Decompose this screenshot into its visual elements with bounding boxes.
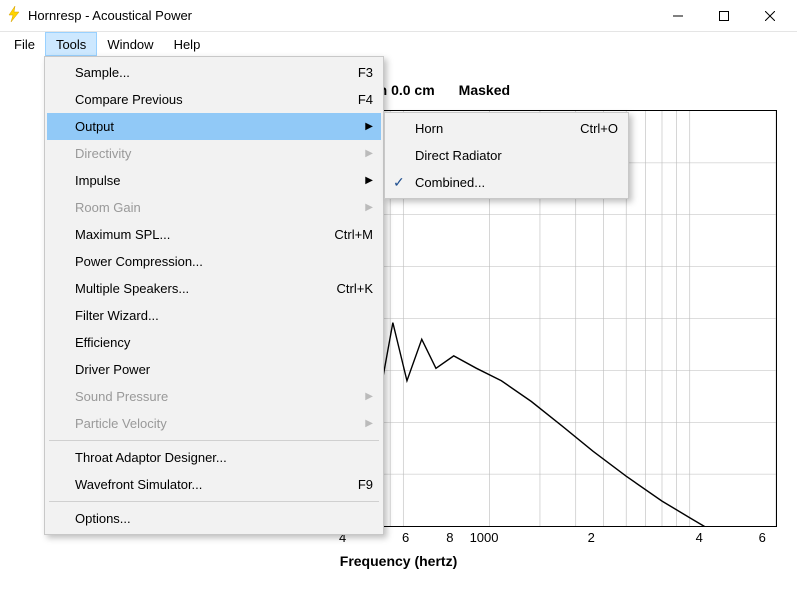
menu-filter-wizard[interactable]: Filter Wizard... bbox=[47, 302, 381, 329]
menu-options-label: Options... bbox=[75, 511, 131, 526]
menu-wavefront-simulator[interactable]: Wavefront Simulator... F9 bbox=[47, 471, 381, 498]
xtick: 8 bbox=[446, 530, 453, 545]
menu-sample-accel: F3 bbox=[318, 65, 373, 80]
menubar: File Tools Window Help bbox=[0, 32, 797, 56]
menu-separator bbox=[49, 501, 379, 502]
submenu-arrow-icon: ▶ bbox=[325, 121, 373, 132]
menu-compare-label: Compare Previous bbox=[75, 92, 183, 107]
check-icon: ✓ bbox=[393, 174, 405, 191]
menu-maximum-spl-accel: Ctrl+M bbox=[294, 227, 373, 242]
tools-dropdown: Sample... F3 Compare Previous F4 Output … bbox=[44, 56, 384, 535]
menu-window[interactable]: Window bbox=[97, 32, 163, 56]
menu-room-gain: Room Gain ▶ bbox=[47, 194, 381, 221]
submenu-direct-radiator[interactable]: Direct Radiator bbox=[387, 142, 626, 169]
titlebar: Hornresp - Acoustical Power bbox=[0, 0, 797, 32]
maximize-button[interactable] bbox=[701, 0, 747, 32]
submenu-horn[interactable]: Horn Ctrl+O bbox=[387, 115, 626, 142]
menu-sound-pressure-label: Sound Pressure bbox=[75, 389, 168, 404]
menu-compare-previous[interactable]: Compare Previous F4 bbox=[47, 86, 381, 113]
menu-maximum-spl[interactable]: Maximum SPL... Ctrl+M bbox=[47, 221, 381, 248]
menu-driver-power-label: Driver Power bbox=[75, 362, 150, 377]
menu-output[interactable]: Output ▶ bbox=[47, 113, 381, 140]
menu-particle-velocity: Particle Velocity ▶ bbox=[47, 410, 381, 437]
xtick: 2 bbox=[588, 530, 595, 545]
menu-maximum-spl-label: Maximum SPL... bbox=[75, 227, 170, 242]
menu-sample[interactable]: Sample... F3 bbox=[47, 59, 381, 86]
submenu-arrow-icon: ▶ bbox=[325, 175, 373, 186]
submenu-direct-radiator-label: Direct Radiator bbox=[415, 148, 502, 163]
menu-compare-accel: F4 bbox=[318, 92, 373, 107]
output-submenu: Horn Ctrl+O Direct Radiator ✓ Combined..… bbox=[384, 112, 629, 199]
submenu-horn-label: Horn bbox=[415, 121, 443, 136]
submenu-arrow-icon: ▶ bbox=[325, 202, 373, 213]
menu-separator bbox=[49, 440, 379, 441]
menu-throat-adaptor[interactable]: Throat Adaptor Designer... bbox=[47, 444, 381, 471]
submenu-arrow-icon: ▶ bbox=[325, 418, 373, 429]
menu-driver-power[interactable]: Driver Power bbox=[47, 356, 381, 383]
menu-power-compression-label: Power Compression... bbox=[75, 254, 203, 269]
menu-options[interactable]: Options... bbox=[47, 505, 381, 532]
menu-output-label: Output bbox=[75, 119, 114, 134]
menu-throat-adaptor-label: Throat Adaptor Designer... bbox=[75, 450, 227, 465]
chart-header-masked: Masked bbox=[459, 82, 510, 98]
xtick: 6 bbox=[402, 530, 409, 545]
window-buttons bbox=[655, 0, 793, 32]
menu-directivity-label: Directivity bbox=[75, 146, 131, 161]
menu-efficiency[interactable]: Efficiency bbox=[47, 329, 381, 356]
menu-impulse-label: Impulse bbox=[75, 173, 121, 188]
menu-tools[interactable]: Tools bbox=[45, 32, 97, 56]
menu-wavefront-label: Wavefront Simulator... bbox=[75, 477, 202, 492]
close-button[interactable] bbox=[747, 0, 793, 32]
menu-help[interactable]: Help bbox=[164, 32, 211, 56]
app-icon bbox=[6, 6, 22, 25]
chart-xlabel: Frequency (hertz) bbox=[10, 553, 787, 569]
submenu-arrow-icon: ▶ bbox=[325, 391, 373, 402]
submenu-horn-accel: Ctrl+O bbox=[540, 121, 618, 136]
menu-particle-velocity-label: Particle Velocity bbox=[75, 416, 167, 431]
xtick: 4 bbox=[696, 530, 703, 545]
menu-multiple-speakers-label: Multiple Speakers... bbox=[75, 281, 189, 296]
minimize-button[interactable] bbox=[655, 0, 701, 32]
menu-file[interactable]: File bbox=[4, 32, 45, 56]
menu-sound-pressure: Sound Pressure ▶ bbox=[47, 383, 381, 410]
menu-sample-label: Sample... bbox=[75, 65, 130, 80]
menu-efficiency-label: Efficiency bbox=[75, 335, 130, 350]
menu-room-gain-label: Room Gain bbox=[75, 200, 141, 215]
submenu-combined[interactable]: ✓ Combined... bbox=[387, 169, 626, 196]
window-title: Hornresp - Acoustical Power bbox=[28, 8, 655, 23]
xtick: 1000 bbox=[470, 530, 499, 545]
submenu-combined-label: Combined... bbox=[415, 175, 485, 190]
menu-multiple-speakers[interactable]: Multiple Speakers... Ctrl+K bbox=[47, 275, 381, 302]
menu-directivity: Directivity ▶ bbox=[47, 140, 381, 167]
xtick: 6 bbox=[759, 530, 766, 545]
menu-power-compression[interactable]: Power Compression... bbox=[47, 248, 381, 275]
menu-filter-wizard-label: Filter Wizard... bbox=[75, 308, 159, 323]
menu-impulse[interactable]: Impulse ▶ bbox=[47, 167, 381, 194]
menu-wavefront-accel: F9 bbox=[318, 477, 373, 492]
submenu-arrow-icon: ▶ bbox=[325, 148, 373, 159]
menu-multiple-speakers-accel: Ctrl+K bbox=[297, 281, 373, 296]
